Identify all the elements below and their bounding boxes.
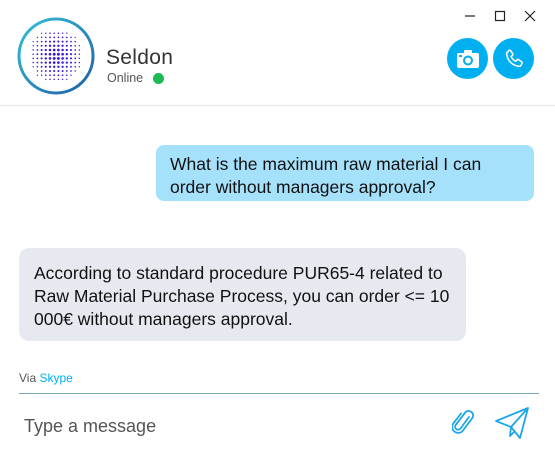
video-call-button[interactable] [447, 38, 488, 79]
attach-button[interactable] [451, 409, 476, 437]
contact-name: Seldon [106, 46, 174, 69]
skype-link[interactable]: Skype [39, 371, 72, 385]
outgoing-message: What is the maximum raw material I can o… [156, 145, 534, 201]
phone-icon [505, 48, 523, 67]
paperclip-icon [451, 410, 474, 434]
avatar[interactable] [17, 17, 95, 95]
online-status-dot [153, 72, 165, 84]
input-divider [19, 393, 539, 394]
contact-status: Online [107, 71, 165, 85]
chat-header: Seldon Online [0, 0, 555, 106]
audio-call-button[interactable] [493, 38, 534, 79]
via-label: Via Skype [19, 371, 73, 385]
camera-icon [456, 49, 479, 68]
incoming-message: According to standard procedure PUR65-4 … [19, 248, 466, 341]
send-icon [495, 407, 529, 439]
send-button[interactable] [494, 406, 530, 440]
status-text: Online [107, 71, 144, 85]
via-text: Via [19, 371, 37, 385]
message-input[interactable] [24, 413, 424, 439]
